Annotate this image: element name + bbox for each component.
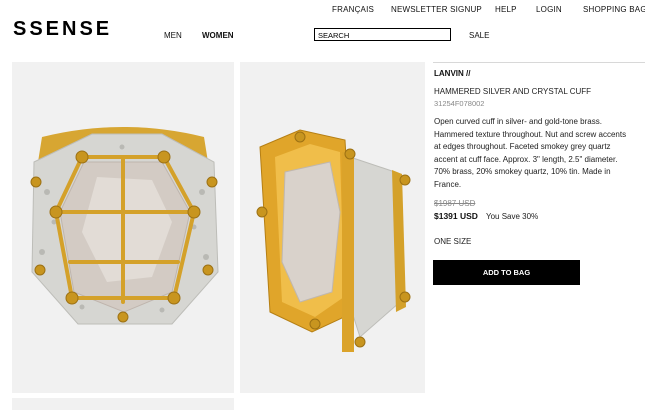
cuff-side-illustration [256,129,411,352]
product-description: Open curved cuff in silver- and gold-ton… [434,117,627,189]
product-image-thumb-partial[interactable] [12,398,234,410]
product-sku: 31254F078002 [434,99,485,108]
brand-name[interactable]: LANVIN // [434,69,470,78]
link-login[interactable]: LOGIN [536,5,562,14]
product-title: HAMMERED SILVER AND CRYSTAL CUFF [434,87,592,96]
size-label: ONE SIZE [434,237,472,246]
sale-price: $1391 USD [434,211,478,221]
link-shopping-bag[interactable]: SHOPPING BAG [583,5,645,14]
cuff-front-illustration [30,127,219,325]
link-francais[interactable]: FRANÇAIS [332,5,374,14]
add-to-bag-button[interactable]: ADD TO BAG [433,260,580,285]
divider [433,62,645,63]
search-input[interactable]: SEARCH [314,28,451,41]
savings-label: You Save 30% [486,212,539,221]
nav-sale[interactable]: SALE [469,31,489,40]
product-image-front[interactable] [12,62,234,393]
nav-men[interactable]: MEN [164,31,182,40]
nav-women[interactable]: WOMEN [202,31,234,40]
link-newsletter-signup[interactable]: NEWSLETTER SIGNUP [391,5,482,14]
product-image-side[interactable] [240,62,425,393]
site-logo[interactable]: SSENSE [13,18,112,41]
link-help[interactable]: HELP [495,5,517,14]
original-price: $1987 USD [434,199,476,208]
